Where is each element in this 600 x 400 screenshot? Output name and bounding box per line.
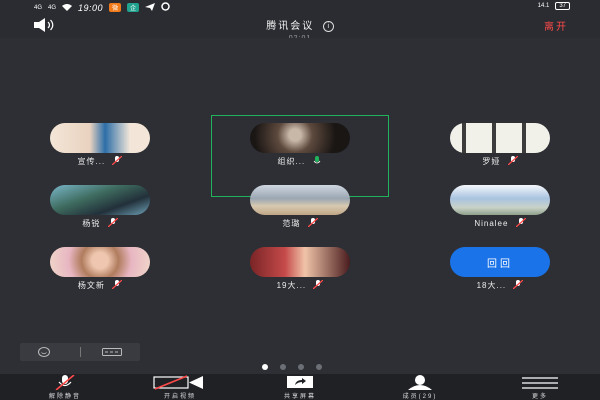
- signal-indicator-1: 4G: [34, 4, 43, 11]
- app-badge-2: 企: [127, 3, 140, 12]
- avatar: [250, 185, 350, 215]
- participant-tile[interactable]: 回回 18大...: [420, 247, 580, 307]
- settings-icon: [161, 2, 170, 13]
- participant-name: 宣传...: [77, 157, 106, 166]
- share-label: 共享屏幕: [283, 394, 316, 400]
- mic-muted-icon: [515, 218, 526, 227]
- mic-muted-icon: [307, 218, 318, 227]
- participant-name: Ninalee: [474, 219, 509, 228]
- speaker-icon[interactable]: [34, 18, 56, 32]
- divider: [80, 347, 81, 357]
- battery-indicator: 37: [555, 2, 570, 10]
- page-indicator[interactable]: [262, 364, 322, 370]
- participant-tile[interactable]: 杨文新: [20, 247, 180, 307]
- unmute-label: 解除静音: [48, 394, 81, 400]
- participant-tile[interactable]: 罗娅: [420, 123, 580, 183]
- participant-tile[interactable]: 宣传...: [20, 123, 180, 183]
- wifi-icon: [62, 3, 73, 13]
- more-button[interactable]: 更多: [495, 374, 585, 400]
- participant-name: 杨文新: [77, 281, 105, 290]
- page-dot-active[interactable]: [262, 364, 268, 370]
- send-icon: [145, 2, 156, 13]
- app-badge-1: 微: [109, 3, 122, 12]
- participant-tile[interactable]: Ninalee: [420, 185, 580, 245]
- bottom-toolbar: 解除静音 开启视频 共享屏幕 成员(29) 更多: [0, 374, 600, 400]
- mic-muted-icon: [107, 218, 118, 227]
- participant-name: 杨锐: [82, 219, 101, 228]
- share-screen-icon: [287, 376, 313, 388]
- start-video-button[interactable]: 开启视频: [135, 374, 225, 400]
- avatar: [50, 123, 150, 153]
- participant-name: 罗娅: [482, 157, 501, 166]
- network-speed: 14.1: [537, 3, 550, 9]
- avatar: [250, 247, 350, 277]
- more-label: 更多: [531, 394, 548, 400]
- unmute-button[interactable]: 解除静音: [20, 374, 110, 400]
- emoji-icon[interactable]: [38, 347, 50, 357]
- info-icon[interactable]: i: [322, 21, 334, 32]
- participant-name: 18大...: [476, 281, 507, 290]
- participant-tile[interactable]: 范璐: [220, 185, 380, 245]
- participant-grid: 宣传... 组织... 罗娅 杨锐 范璐 Ninalee 杨文新 19大... …: [0, 38, 600, 374]
- participant-tile[interactable]: 19大...: [220, 247, 380, 307]
- participant-tile[interactable]: 杨锐: [20, 185, 180, 245]
- signal-indicator-2: 4G: [48, 4, 57, 11]
- avatar: [50, 185, 150, 215]
- avatar: [250, 123, 350, 153]
- mic-muted-icon: [513, 280, 524, 289]
- mic-muted-icon: [112, 280, 123, 289]
- camera-off-icon: [153, 375, 203, 390]
- mic-muted-icon: [507, 156, 518, 165]
- page-dot[interactable]: [280, 364, 286, 370]
- members-label: 成员(29): [402, 394, 438, 400]
- mic-active-icon: [314, 156, 321, 164]
- avatar: [450, 185, 550, 215]
- status-bar: 4G 4G 19:00 微 企 14.1 37: [0, 0, 600, 14]
- floating-controls: [20, 343, 140, 361]
- participant-name: 组织...: [277, 157, 306, 166]
- avatar: [450, 123, 550, 153]
- mic-muted-icon: [313, 280, 324, 289]
- participant-name: 范璐: [282, 219, 301, 228]
- avatar: [50, 247, 150, 277]
- share-screen-button[interactable]: 共享屏幕: [255, 374, 345, 400]
- meeting-title: 腾讯会议: [266, 21, 315, 32]
- video-label: 开启视频: [163, 394, 196, 400]
- members-button[interactable]: 成员(29): [375, 374, 465, 400]
- page-dot[interactable]: [316, 364, 322, 370]
- page-dot[interactable]: [298, 364, 304, 370]
- mic-muted-icon: [112, 156, 123, 165]
- clock: 19:00: [78, 2, 104, 13]
- leave-button[interactable]: 离开: [544, 18, 568, 33]
- more-icon: [522, 377, 558, 389]
- chat-icon[interactable]: [102, 348, 122, 356]
- avatar: 回回: [450, 247, 550, 277]
- members-icon: [408, 375, 432, 390]
- mic-muted-icon: [55, 375, 75, 390]
- meeting-header: 腾讯会议 i 02:01 离开: [0, 14, 600, 42]
- participant-name: 19大...: [276, 281, 307, 290]
